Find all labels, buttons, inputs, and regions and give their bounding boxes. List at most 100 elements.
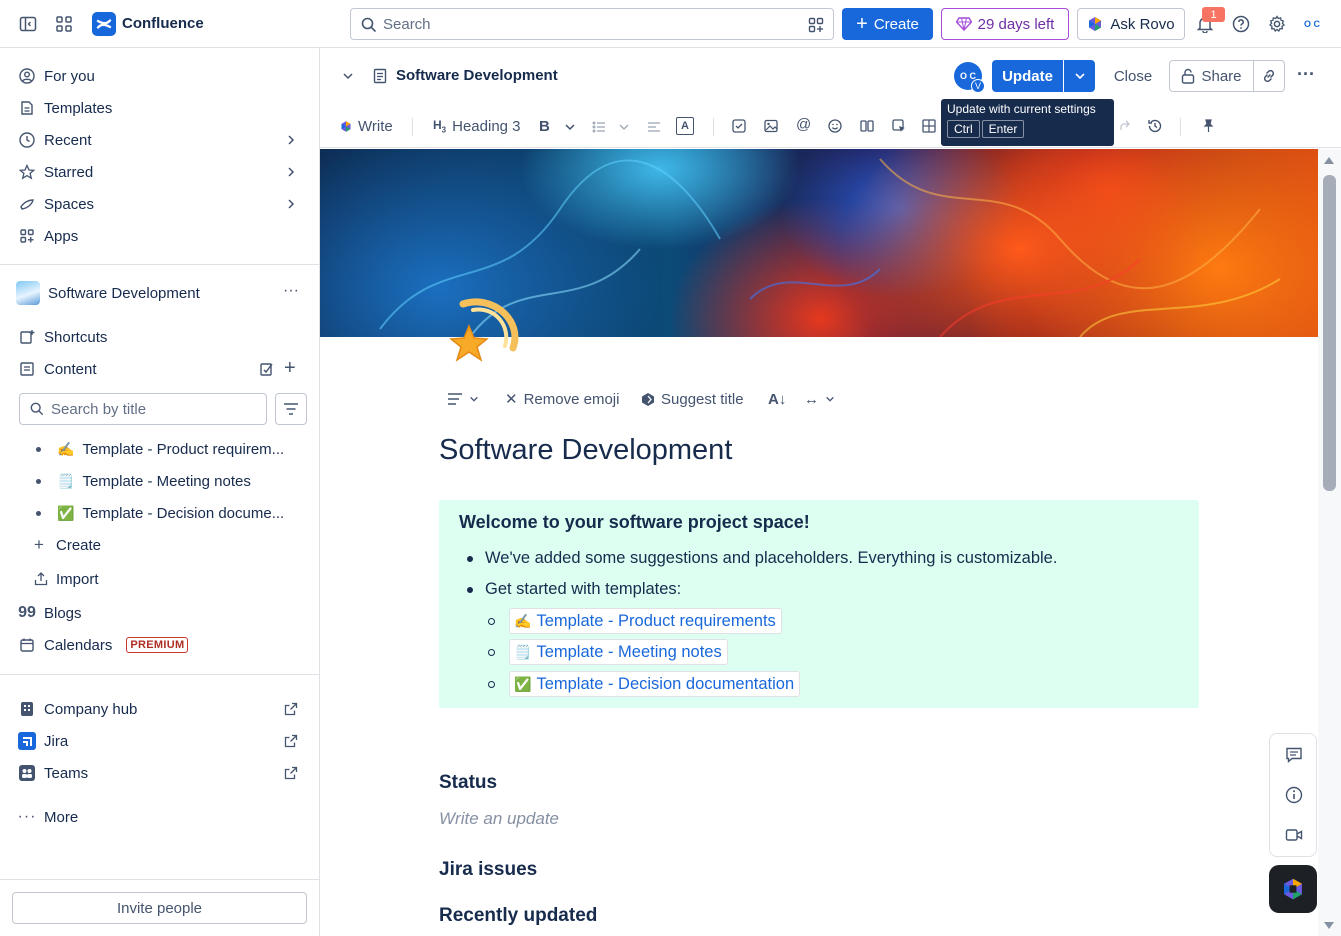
create-label: Create	[873, 15, 919, 33]
trial-days-button[interactable]: 29 days left	[941, 8, 1069, 40]
info-icon[interactable]	[1285, 786, 1303, 804]
sidebar-item-templates[interactable]: Templates	[18, 96, 112, 120]
scroll-up-arrow-icon[interactable]	[1323, 156, 1335, 165]
status-heading[interactable]: Status	[439, 772, 497, 794]
write-mode-button[interactable]: Write	[340, 117, 393, 135]
font-size-button[interactable]: A↓	[768, 390, 786, 408]
suggest-title-button[interactable]: Suggest title	[641, 390, 744, 408]
external-link-icon[interactable]	[284, 734, 298, 748]
search-filters-icon[interactable]	[808, 17, 824, 33]
document-title[interactable]: Software Development	[439, 434, 732, 467]
scrollbar-thumb[interactable]	[1323, 175, 1336, 491]
action-item-icon[interactable]	[732, 119, 746, 133]
more-actions-icon[interactable]: ···	[1297, 64, 1315, 85]
emoji-icon[interactable]	[828, 119, 842, 133]
app-switcher-icon[interactable]	[52, 12, 76, 36]
sidebar-item-recent[interactable]: Recent	[18, 128, 92, 152]
sidebar-item-content[interactable]: Content	[18, 357, 97, 381]
page-link-decision-documentation[interactable]: ✅ Template - Decision documentation	[509, 671, 801, 697]
scroll-down-arrow-icon[interactable]	[1323, 921, 1335, 930]
sidebar-create-button[interactable]: + Create	[34, 533, 101, 557]
text-alignment-dropdown[interactable]	[447, 390, 479, 408]
tree-item-decision-documentation[interactable]: ✅ Template - Decision docume...	[36, 501, 284, 525]
filter-button[interactable]	[275, 393, 307, 425]
page-width-dropdown[interactable]: ↔	[804, 390, 835, 408]
sidebar-item-blogs[interactable]: 99 Blogs	[18, 601, 81, 625]
settings-gear-icon[interactable]	[1265, 12, 1289, 36]
image-icon[interactable]	[764, 119, 778, 133]
chevron-right-icon[interactable]	[285, 198, 297, 210]
pin-toolbar-icon[interactable]	[1201, 119, 1215, 133]
app-name[interactable]: Confluence	[122, 15, 204, 32]
sidebar-app-jira[interactable]: Jira	[18, 729, 68, 753]
tree-item-meeting-notes[interactable]: 🗒️ Template - Meeting notes	[36, 469, 251, 493]
external-link-icon[interactable]	[284, 766, 298, 780]
space-header[interactable]: Software Development	[16, 281, 200, 305]
page-emoji-shooting-star-icon[interactable]	[443, 296, 523, 376]
redo-icon[interactable]	[1117, 119, 1131, 133]
sidebar-more[interactable]: ··· More	[18, 805, 79, 829]
sidebar-item-starred[interactable]: Starred	[18, 160, 93, 184]
help-icon[interactable]	[1229, 12, 1253, 36]
profile-avatar[interactable]: O C	[1300, 12, 1324, 36]
copy-link-button[interactable]	[1253, 60, 1285, 92]
sidebar-item-for-you[interactable]: For you	[18, 64, 95, 88]
sidebar-item-calendars[interactable]: Calendars PREMIUM	[18, 633, 189, 657]
ask-rovo-button[interactable]: Ask Rovo	[1077, 8, 1185, 40]
update-options-button[interactable]	[1064, 60, 1095, 92]
external-link-icon[interactable]	[284, 702, 298, 716]
version-history-icon[interactable]	[1147, 118, 1163, 134]
notification-count-badge: 1	[1202, 7, 1225, 22]
rovo-chat-button[interactable]	[1269, 865, 1317, 913]
bullet-list-icon[interactable]	[592, 120, 606, 134]
chevron-down-icon[interactable]	[564, 121, 576, 133]
chevron-down-icon[interactable]	[618, 121, 630, 133]
collapse-chevron-icon[interactable]	[342, 70, 354, 82]
update-button[interactable]: Update	[992, 60, 1063, 92]
search-by-title-input[interactable]: Search by title	[19, 393, 267, 425]
page-link-product-requirements[interactable]: ✍️ Template - Product requirements	[509, 608, 782, 634]
sidebar-toggle-icon[interactable]	[16, 12, 40, 36]
sidebar-item-label: Calendars	[44, 636, 113, 654]
add-content-plus-icon[interactable]: +	[284, 357, 296, 380]
create-button[interactable]: + Create	[842, 8, 933, 40]
layouts-icon[interactable]	[860, 119, 874, 133]
sidebar-item-shortcuts[interactable]: Shortcuts	[18, 325, 107, 349]
bold-button[interactable]: B	[539, 117, 550, 135]
close-button[interactable]: Close	[1105, 60, 1161, 92]
tree-item-product-requirements[interactable]: ✍️ Template - Product requirem...	[36, 437, 284, 461]
video-icon[interactable]	[1285, 826, 1303, 844]
align-left-icon[interactable]	[647, 120, 661, 134]
sidebar-import-button[interactable]: Import	[34, 567, 99, 591]
invite-people-button[interactable]: Invite people	[12, 892, 307, 924]
table-icon[interactable]	[922, 119, 936, 133]
confluence-logo-icon[interactable]	[92, 12, 116, 36]
remove-emoji-button[interactable]: ✕ Remove emoji	[505, 390, 619, 409]
tree-item-label: Template - Meeting notes	[82, 472, 251, 490]
recently-updated-heading[interactable]: Recently updated	[439, 905, 597, 927]
sidebar-app-teams[interactable]: Teams	[18, 761, 88, 785]
comment-icon[interactable]	[1285, 746, 1303, 764]
shortcut-icon	[18, 328, 36, 346]
text-style-dropdown[interactable]: H3 Heading 3	[433, 117, 521, 135]
sidebar-item-spaces[interactable]: Spaces	[18, 192, 94, 216]
toolbar-divider	[713, 118, 714, 136]
text-color-icon[interactable]: A	[676, 117, 694, 135]
chevron-right-icon[interactable]	[285, 134, 297, 146]
sidebar-item-apps[interactable]: Apps	[18, 224, 78, 248]
page-link-meeting-notes[interactable]: 🗒️ Template - Meeting notes	[509, 639, 728, 665]
global-search-input[interactable]: Search	[350, 8, 834, 40]
plus-icon: +	[856, 13, 868, 35]
chevron-right-icon[interactable]	[285, 166, 297, 178]
space-more-icon[interactable]: ···	[283, 282, 299, 300]
sidebar-app-company-hub[interactable]: Company hub	[18, 697, 137, 721]
status-placeholder[interactable]: Write an update	[439, 809, 559, 829]
bullet-icon	[467, 555, 473, 562]
jira-issues-heading[interactable]: Jira issues	[439, 859, 537, 881]
share-button[interactable]: Share	[1169, 60, 1254, 92]
create-from-template-icon[interactable]	[259, 361, 275, 377]
status-icon[interactable]	[892, 119, 906, 133]
page-icon	[373, 68, 387, 84]
mention-icon[interactable]: @	[796, 116, 811, 133]
welcome-panel[interactable]: Welcome to your software project space! …	[439, 500, 1199, 708]
